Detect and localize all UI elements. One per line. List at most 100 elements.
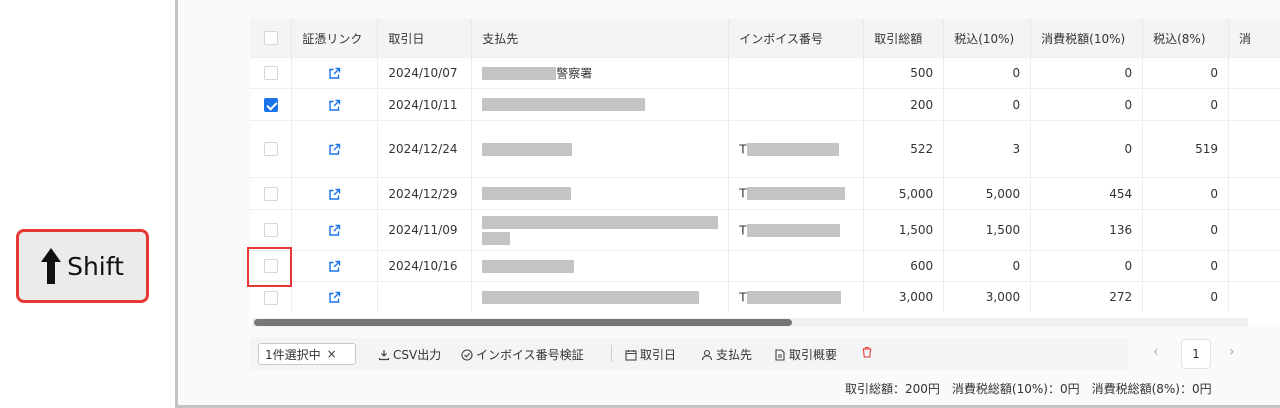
truncated-cell — [1228, 88, 1280, 121]
receipt-link[interactable] — [291, 281, 379, 313]
date-cell: 2024/12/24 — [377, 120, 473, 178]
redacted-payee — [482, 187, 572, 201]
redacted-payee — [482, 232, 511, 246]
redacted-payee — [482, 259, 575, 273]
invoice-number-cell: T — [728, 120, 865, 178]
invoice-number-cell — [728, 250, 865, 282]
table-row[interactable]: 2024/12/24 T 522 3 0 519 — [250, 120, 1280, 178]
truncated-cell — [1228, 281, 1280, 313]
csv-export-label: CSV出力 — [393, 348, 442, 362]
payee-cell — [471, 281, 730, 313]
consumption-tax-10-cell: 272 — [1030, 281, 1144, 313]
redacted-payee — [482, 142, 573, 156]
row-checkbox[interactable] — [250, 88, 293, 121]
payee-suffix: 警察署 — [556, 66, 593, 81]
date-cell: 2024/10/11 — [377, 88, 473, 121]
person-icon — [701, 349, 713, 360]
receipt-link[interactable] — [291, 120, 379, 178]
table-header-row: 証憑リンク 取引日 支払先 インボイス番号 取引総額 税込(10%) 消費税額(… — [250, 19, 1280, 58]
row-checkbox[interactable] — [250, 177, 293, 210]
redacted-invoice-number — [746, 223, 840, 237]
delete-button[interactable] — [861, 346, 873, 358]
pager-prev-button[interactable]: ‹ — [1153, 344, 1159, 360]
horizontal-scrollbar-thumb[interactable] — [254, 319, 792, 326]
payee-cell — [471, 120, 730, 178]
external-link-icon — [329, 99, 341, 111]
payee-cell: 警察署 — [471, 57, 730, 89]
table-row[interactable]: 2024/12/29 T 5,000 5,000 454 0 — [250, 177, 1280, 210]
col-header-total[interactable]: 取引総額 — [863, 19, 945, 58]
table-row[interactable]: 2024/10/16 600 0 0 0 — [250, 250, 1280, 282]
payee-cell — [471, 177, 730, 210]
pager-next-button[interactable]: › — [1229, 344, 1235, 360]
col-header-invoice-number[interactable]: インボイス番号 — [728, 19, 865, 58]
date-cell: 2024/11/09 — [377, 209, 473, 251]
external-link-icon — [329, 67, 341, 79]
clear-selection-button[interactable]: × — [327, 347, 337, 361]
truncated-cell — [1228, 57, 1280, 89]
col-header-consumption-tax-10[interactable]: 消費税額(10%) — [1030, 19, 1144, 58]
payee-cell — [471, 88, 730, 121]
invoice-number-cell — [728, 57, 865, 89]
redacted-payee — [482, 291, 700, 304]
col-header-tax-incl-8[interactable]: 税込(8%) — [1142, 19, 1230, 58]
table-row[interactable]: 2024/10/07 警察署 500 0 0 0 — [250, 57, 1280, 89]
total-cell: 200 — [863, 88, 945, 121]
consumption-tax-10-cell: 0 — [1030, 120, 1144, 178]
shift-key-graphic: Shift — [16, 229, 149, 303]
redacted-payee — [482, 215, 719, 229]
col-header-receipt-link[interactable]: 証憑リンク — [291, 19, 379, 58]
col-header-truncated[interactable]: 消 — [1228, 19, 1280, 58]
edit-date-button[interactable]: 取引日 — [625, 346, 676, 363]
total-cell: 3,000 — [863, 281, 945, 313]
edit-summary-button[interactable]: 取引概要 — [774, 346, 837, 363]
receipt-link[interactable] — [291, 177, 379, 210]
tax-incl-8-cell: 0 — [1142, 177, 1230, 210]
truncated-cell — [1228, 209, 1280, 251]
redacted-invoice-number — [746, 291, 841, 304]
total-cell: 600 — [863, 250, 945, 282]
receipt-link[interactable] — [291, 57, 379, 89]
redacted-payee — [482, 66, 557, 80]
arrow-up-icon — [41, 248, 62, 284]
external-link-icon — [329, 292, 341, 303]
tax-incl-8-cell: 519 — [1142, 120, 1230, 178]
col-header-date[interactable]: 取引日 — [377, 19, 473, 58]
tax-incl-10-cell: 0 — [943, 57, 1032, 89]
invoice-verify-button[interactable]: インボイス番号検証 — [461, 346, 584, 363]
table-row[interactable]: 2024/10/11 200 0 0 0 — [250, 88, 1280, 121]
receipt-link[interactable] — [291, 209, 379, 251]
row-checkbox[interactable] — [250, 120, 293, 178]
document-icon — [775, 348, 785, 361]
calendar-icon — [625, 349, 637, 361]
table-row[interactable]: 2024/11/09 T 1,500 1,500 136 0 — [250, 209, 1280, 251]
truncated-cell — [1228, 250, 1280, 282]
total-cell: 500 — [863, 57, 945, 89]
date-cell: 2024/10/16 — [377, 250, 473, 282]
date-cell — [377, 281, 473, 313]
receipt-link[interactable] — [291, 250, 379, 282]
edit-payee-button[interactable]: 支払先 — [701, 346, 752, 363]
select-all-checkbox[interactable] — [250, 19, 293, 58]
truncated-cell — [1228, 177, 1280, 210]
transactions-table-panel: 証憑リンク 取引日 支払先 インボイス番号 取引総額 税込(10%) 消費税額(… — [250, 19, 1280, 324]
total-cell: 522 — [863, 120, 945, 178]
invoice-number-cell: T — [728, 281, 865, 313]
receipt-link[interactable] — [291, 88, 379, 121]
tax-incl-8-cell: 0 — [1142, 250, 1230, 282]
external-link-icon — [329, 224, 341, 236]
tax-incl-8-cell: 0 — [1142, 209, 1230, 251]
row-checkbox[interactable] — [250, 209, 293, 251]
payee-cell — [471, 209, 730, 251]
csv-export-button[interactable]: CSV出力 — [378, 346, 441, 363]
table-row[interactable]: T 3,000 3,000 272 0 — [250, 281, 1280, 313]
consumption-tax-10-cell: 454 — [1030, 177, 1144, 210]
trash-icon — [862, 346, 872, 358]
truncated-cell — [1228, 120, 1280, 178]
row-checkbox[interactable] — [250, 57, 293, 89]
col-header-payee[interactable]: 支払先 — [471, 19, 730, 58]
external-link-icon — [329, 188, 341, 200]
redacted-invoice-number — [746, 142, 839, 156]
pager-current-page[interactable]: 1 — [1181, 339, 1211, 369]
col-header-tax-incl-10[interactable]: 税込(10%) — [943, 19, 1032, 58]
